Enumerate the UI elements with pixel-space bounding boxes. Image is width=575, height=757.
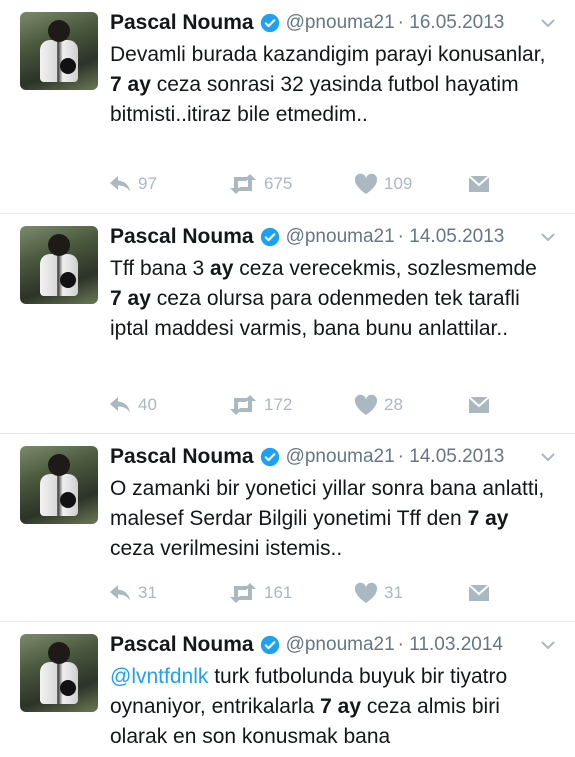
- tweet-text-segment: ceza verilmesini istemis..: [110, 537, 343, 560]
- mention-link[interactable]: @lvntfdnlk: [110, 665, 208, 688]
- avatar[interactable]: [20, 12, 98, 90]
- retweet-count: 161: [264, 583, 293, 602]
- tweet-item[interactable]: Pascal Nouma @pnouma21 · 14.05.2013 O zam…: [0, 434, 575, 622]
- reply-icon: [110, 397, 130, 413]
- tweet-text: @lvntfdnlk turk futbolunda buyuk bir tiy…: [110, 662, 550, 752]
- display-name[interactable]: Pascal Nouma: [110, 445, 254, 469]
- retweet-button[interactable]: 675: [228, 170, 292, 198]
- reply-icon: [110, 176, 130, 192]
- direct-message-button[interactable]: [468, 170, 496, 198]
- tweet-date[interactable]: · 16.05.2013: [398, 12, 505, 34]
- tweet-text-segment: Tff bana 3: [110, 257, 211, 280]
- highlighted-keyword: ay: [210, 257, 234, 280]
- verified-badge-icon: [260, 227, 279, 247]
- chevron-down-icon[interactable]: [539, 636, 557, 654]
- verified-badge-icon: [260, 13, 279, 33]
- tweet-text-segment: Devamli burada kazandigim parayi konusan…: [110, 43, 546, 66]
- chevron-down-icon[interactable]: [539, 448, 557, 466]
- retweet-count: 172: [264, 395, 293, 414]
- like-count: 109: [384, 174, 413, 193]
- display-name[interactable]: Pascal Nouma: [110, 633, 254, 657]
- tweet-text: Devamli burada kazandigim parayi konusan…: [110, 40, 550, 130]
- display-name[interactable]: Pascal Nouma: [110, 225, 254, 249]
- chevron-down-icon[interactable]: [539, 228, 557, 246]
- tweet-header: Pascal Nouma @pnouma21 · 14.05.2013: [110, 442, 561, 472]
- highlighted-keyword: 7 ay: [110, 287, 151, 310]
- tweet-text: Tff bana 3 ay ceza verecekmis, sozlesmem…: [110, 254, 550, 344]
- tweet-actions: 97 675 109: [108, 170, 548, 198]
- reply-count: 31: [138, 583, 157, 602]
- tweet-text-segment: ceza olursa para odenmeden tek tarafli i…: [110, 287, 520, 340]
- retweet-icon: [230, 395, 256, 415]
- tweet-actions: 40 172 28: [108, 391, 548, 419]
- tweet-date[interactable]: · 11.03.2014: [398, 634, 503, 656]
- tweet-date[interactable]: · 14.05.2013: [398, 446, 505, 468]
- username-handle[interactable]: @pnouma21: [286, 226, 395, 248]
- retweet-button[interactable]: 161: [228, 579, 292, 607]
- verified-badge-icon: [260, 447, 279, 467]
- avatar[interactable]: [20, 634, 98, 712]
- like-button[interactable]: 28: [354, 391, 403, 419]
- envelope-icon: [468, 396, 490, 413]
- tweet-actions: 31 161 31: [108, 579, 548, 607]
- tweet-text-segment: ceza sonrasi 32 yasinda futbol hayatim b…: [110, 73, 519, 126]
- heart-icon: [354, 394, 378, 415]
- envelope-icon: [468, 175, 490, 192]
- retweet-icon: [230, 174, 256, 194]
- tweet-date[interactable]: · 14.05.2013: [398, 226, 505, 248]
- tweet-header: Pascal Nouma @pnouma21 · 16.05.2013: [110, 8, 561, 38]
- verified-badge-icon: [260, 635, 279, 655]
- envelope-icon: [468, 584, 490, 601]
- heart-icon: [354, 582, 378, 603]
- reply-count: 40: [138, 395, 157, 414]
- retweet-count: 675: [264, 174, 293, 193]
- username-handle[interactable]: @pnouma21: [286, 634, 395, 656]
- like-count: 28: [384, 395, 403, 414]
- avatar[interactable]: [20, 446, 98, 524]
- avatar[interactable]: [20, 226, 98, 304]
- username-handle[interactable]: @pnouma21: [286, 446, 395, 468]
- reply-button[interactable]: 40: [108, 391, 157, 419]
- retweet-icon: [230, 583, 256, 603]
- highlighted-keyword: 7 ay: [110, 73, 151, 96]
- tweet-item[interactable]: Pascal Nouma @pnouma21 · 11.03.2014 @lvnt…: [0, 622, 575, 757]
- display-name[interactable]: Pascal Nouma: [110, 11, 254, 35]
- tweet-header: Pascal Nouma @pnouma21 · 14.05.2013: [110, 222, 561, 252]
- direct-message-button[interactable]: [468, 579, 496, 607]
- username-handle[interactable]: @pnouma21: [286, 12, 395, 34]
- retweet-button[interactable]: 172: [228, 391, 292, 419]
- heart-icon: [354, 173, 378, 194]
- like-button[interactable]: 31: [354, 579, 403, 607]
- tweet-text: O zamanki bir yonetici yillar sonra bana…: [110, 474, 550, 564]
- direct-message-button[interactable]: [468, 391, 496, 419]
- tweet-header: Pascal Nouma @pnouma21 · 11.03.2014: [110, 630, 561, 660]
- like-button[interactable]: 109: [354, 170, 412, 198]
- reply-button[interactable]: 97: [108, 170, 157, 198]
- chevron-down-icon[interactable]: [539, 14, 557, 32]
- like-count: 31: [384, 583, 403, 602]
- reply-icon: [110, 585, 130, 601]
- reply-button[interactable]: 31: [108, 579, 157, 607]
- tweet-item[interactable]: Pascal Nouma @pnouma21 · 14.05.2013 Tff b…: [0, 214, 575, 434]
- highlighted-keyword: 7 ay: [320, 695, 361, 718]
- reply-count: 97: [138, 174, 157, 193]
- tweet-text-segment: ceza verecekmis, sozlesmemde: [233, 257, 537, 280]
- tweet-item[interactable]: Pascal Nouma @pnouma21 · 16.05.2013 Devam…: [0, 0, 575, 214]
- highlighted-keyword: 7 ay: [467, 507, 509, 530]
